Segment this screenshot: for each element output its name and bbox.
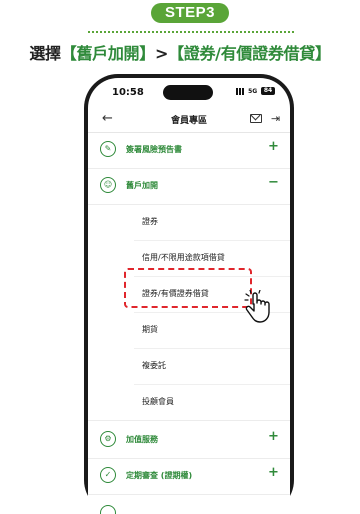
divider <box>88 31 294 33</box>
divider <box>88 420 290 421</box>
bracket-open: 【 <box>168 44 184 63</box>
instruction-text: 選擇【舊戶加開】>【證券/有價證券借貸】 <box>0 40 360 64</box>
submenu-item-label: 複委託 <box>142 361 166 370</box>
app-header: ← 會員專區 ⇥ <box>88 106 290 133</box>
submenu-item-label: 投顧會員 <box>142 397 174 406</box>
bracket-close: 】 <box>139 44 155 63</box>
submenu-item-label: 證券 <box>142 217 158 226</box>
mail-icon[interactable] <box>250 114 262 123</box>
collapse-minus-icon[interactable]: − <box>268 175 279 190</box>
instruction-item1: 舊戶加開 <box>76 44 140 63</box>
menu-item-periodic-review[interactable]: ✓ 定期審查 (證期權) + <box>88 458 290 494</box>
menu-item-label: 定期審查 (證期權) <box>126 471 193 480</box>
menu-item-risk-disclosure[interactable]: ✎ 簽署風險預告書 + <box>88 132 290 168</box>
submenu-item-label: 信用/不限用途款項借貸 <box>142 253 225 262</box>
menu-item-partial <box>88 496 290 514</box>
bracket-open: 【 <box>60 44 77 63</box>
submenu-item-label: 期貨 <box>142 325 158 334</box>
signal-icon: 5G <box>236 88 257 95</box>
submenu-item-sub-brokerage[interactable]: 複委託 <box>88 348 290 384</box>
document-sign-icon: ✎ <box>100 141 116 157</box>
menu-item-label: 加值服務 <box>126 435 158 444</box>
divider <box>88 494 290 495</box>
menu-item-label: 舊戶加開 <box>126 181 158 190</box>
gear-icon: ⚙ <box>100 431 116 447</box>
battery-icon: 84 <box>261 87 275 95</box>
pointer-hand-icon <box>244 290 270 323</box>
menu-icon <box>100 505 116 514</box>
bracket-close: 】 <box>314 44 331 63</box>
logout-icon[interactable]: ⇥ <box>271 112 280 125</box>
user-icon: ☺ <box>100 177 116 193</box>
status-time: 10:58 <box>112 87 144 98</box>
network-label: 5G <box>248 88 258 95</box>
menu-item-existing-account[interactable]: ☺ 舊戶加開 − <box>88 168 290 204</box>
submenu-item-securities[interactable]: 證券 <box>88 204 290 240</box>
review-icon: ✓ <box>100 467 116 483</box>
instruction-prefix: 選擇 <box>29 44 61 63</box>
step-badge: STEP3 <box>151 3 229 23</box>
instruction-item2: 證券/有價證券借貸 <box>183 44 315 63</box>
menu-item-value-added[interactable]: ⚙ 加值服務 + <box>88 422 290 458</box>
status-bar: 10:58 5G 84 <box>88 78 290 104</box>
dynamic-island <box>163 85 213 100</box>
menu-item-label: 簽署風險預告書 <box>126 145 182 154</box>
highlight-box <box>124 268 252 308</box>
expand-plus-icon[interactable]: + <box>268 429 279 444</box>
expand-plus-icon[interactable]: + <box>268 139 279 154</box>
submenu-item-advisory-member[interactable]: 投顧會員 <box>88 384 290 420</box>
expand-plus-icon[interactable]: + <box>268 465 279 480</box>
instruction-separator: > <box>154 44 169 63</box>
